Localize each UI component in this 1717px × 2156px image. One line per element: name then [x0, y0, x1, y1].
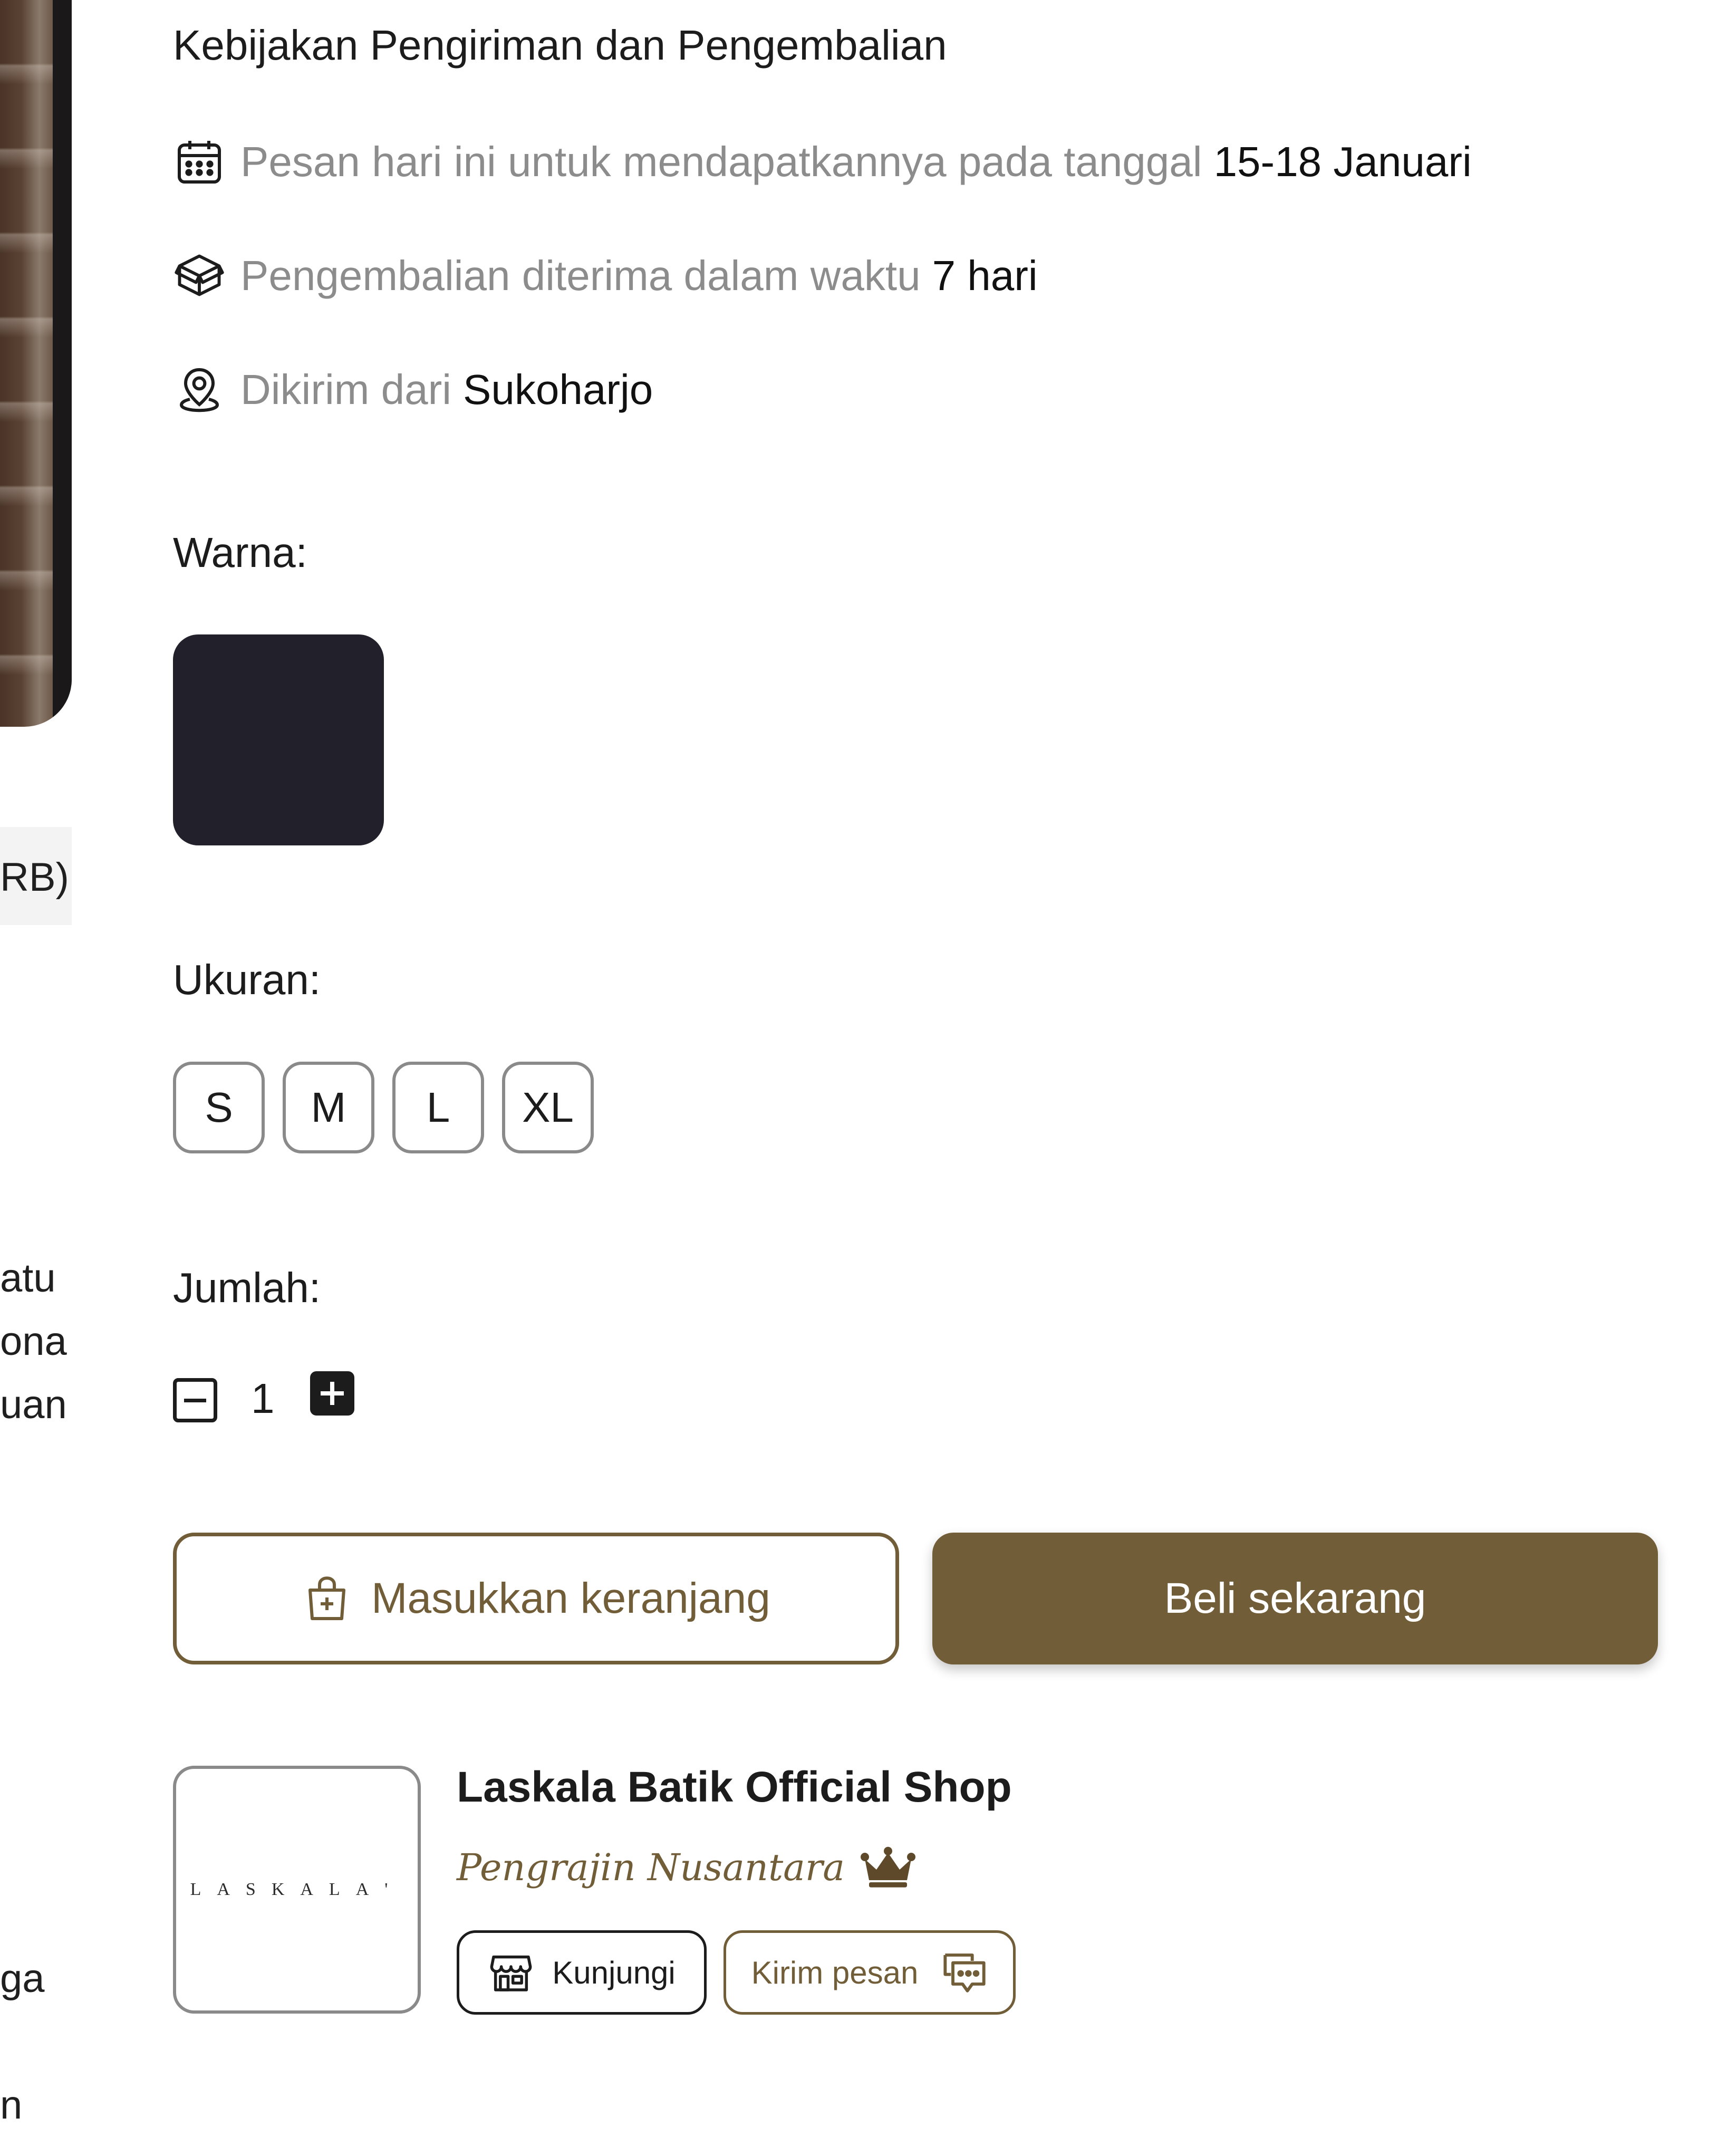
- rating-box: RB): [0, 827, 72, 925]
- ship-origin: Dikirim dari Sukoharjo: [173, 361, 653, 419]
- chat-icon: [943, 1953, 986, 1993]
- description-fragment: n: [0, 2083, 23, 2128]
- image-shadow: [53, 0, 72, 727]
- return-policy: Pengembalian diterima dalam waktu 7 hari: [173, 247, 1038, 305]
- description-fragment: ona: [0, 1319, 67, 1364]
- add-to-cart-button[interactable]: Masukkan keranjang: [173, 1533, 899, 1664]
- send-message-button[interactable]: Kirim pesan: [724, 1930, 1016, 2015]
- delivery-text: Pesan hari ini untuk mendapatkannya pada…: [240, 138, 1202, 185]
- minus-square-icon[interactable]: [173, 1378, 217, 1422]
- size-option-l[interactable]: L: [392, 1062, 484, 1153]
- size-label: Ukuran:: [173, 956, 321, 1003]
- delivery-date: 15-18 Januari: [1213, 138, 1472, 185]
- calendar-icon: [173, 136, 226, 188]
- description-fragment: ga: [0, 1956, 45, 2001]
- crown-icon: [861, 1846, 916, 1888]
- quantity-stepper: 1: [173, 1371, 354, 1429]
- rating-fragment: RB): [0, 855, 69, 900]
- plus-square-icon[interactable]: [310, 1371, 354, 1416]
- delivery-estimate: Pesan hari ini untuk mendapatkannya pada…: [173, 133, 1472, 191]
- return-text: Pengembalian diterima dalam waktu: [240, 252, 921, 299]
- quantity-value: 1: [251, 1375, 275, 1422]
- size-option-xl[interactable]: XL: [502, 1062, 594, 1153]
- color-swatch[interactable]: [173, 634, 384, 845]
- color-label: Warna:: [173, 529, 307, 576]
- shop-logo-text: LASKALA': [190, 1880, 404, 1899]
- location-pin-icon: [173, 363, 226, 416]
- size-option-m[interactable]: M: [283, 1062, 374, 1153]
- store-icon: [490, 1955, 532, 1991]
- size-options: S M L XL: [173, 1062, 594, 1153]
- size-option-s[interactable]: S: [173, 1062, 265, 1153]
- visit-shop-label: Kunjungi: [552, 1955, 676, 1990]
- product-image[interactable]: [0, 0, 72, 727]
- send-message-label: Kirim pesan: [751, 1955, 919, 1990]
- description-fragment: atu: [0, 1256, 56, 1301]
- visit-shop-button[interactable]: Kunjungi: [457, 1930, 707, 2015]
- description-fragment: uan: [0, 1382, 67, 1427]
- shopping-bag-plus-icon: [308, 1576, 346, 1620]
- add-to-cart-label: Masukkan keranjang: [371, 1574, 770, 1622]
- box-icon: [173, 249, 226, 302]
- product-detail-page: RB) atu ona uan ga n Kebijakan Pengirima…: [0, 0, 1717, 2156]
- quantity-label: Jumlah:: [173, 1264, 321, 1311]
- shop-tier-label: Pengrajin Nusantara: [457, 1846, 845, 1889]
- origin-text: Dikirim dari: [240, 366, 451, 413]
- shop-name[interactable]: Laskala Batik Official Shop: [457, 1763, 1012, 1812]
- buy-now-button[interactable]: Beli sekarang: [932, 1533, 1658, 1664]
- origin-city: Sukoharjo: [463, 366, 653, 413]
- shop-logo[interactable]: LASKALA': [173, 1766, 421, 2014]
- shop-tier-badge: Pengrajin Nusantara: [457, 1846, 916, 1889]
- return-period: 7 hari: [932, 252, 1038, 299]
- shipping-policy-title: Kebijakan Pengiriman dan Pengembalian: [173, 22, 947, 69]
- buy-now-label: Beli sekarang: [1164, 1574, 1426, 1622]
